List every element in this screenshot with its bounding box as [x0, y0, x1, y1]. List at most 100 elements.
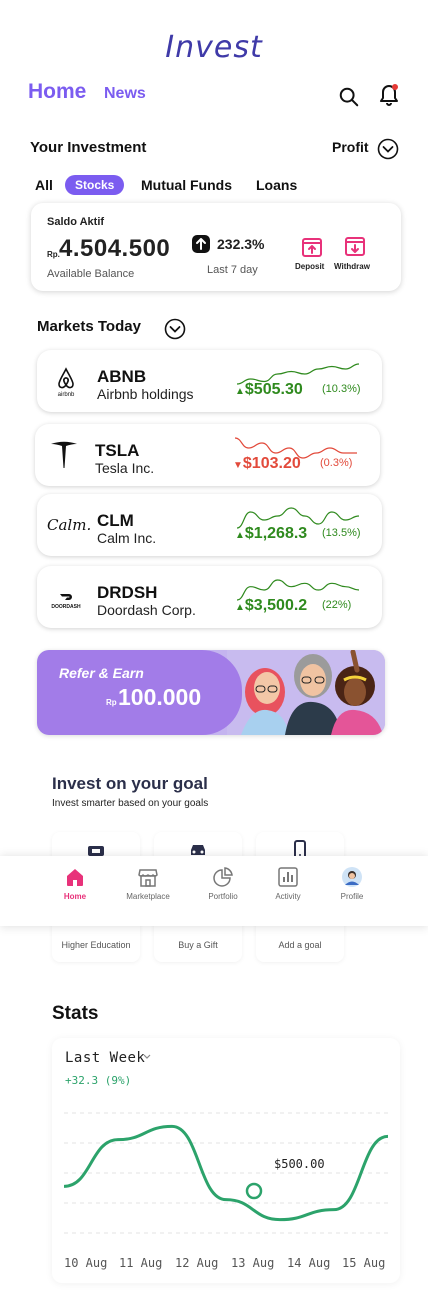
- goals-subtitle: Invest smarter based on your goals: [52, 798, 209, 809]
- tab-mutual-funds[interactable]: Mutual Funds: [141, 177, 232, 193]
- chevron-down-icon[interactable]: [377, 138, 399, 160]
- stats-card: Last Week +32.3 (9%) $500.00 10 Aug 11 A…: [52, 1038, 400, 1283]
- airbnb-logo-icon: airbnb: [58, 367, 75, 398]
- trend-up-icon: ▲: [235, 530, 245, 541]
- stock-ticker: TSLA: [95, 441, 140, 460]
- price-value: $3,500.2: [244, 597, 308, 614]
- stock-card-abnb[interactable]: airbnb ABNB Airbnb holdings ▲$505.30 (10…: [37, 350, 382, 412]
- x-tick-label: 15 Aug: [342, 1256, 386, 1270]
- section-title-markets: Markets Today: [37, 318, 141, 335]
- stock-card-drdsh[interactable]: DOORDASH DRDSH Doordash Corp. ▲$3,500.2 …: [37, 566, 382, 628]
- trend-up-icon: ▲: [235, 602, 245, 613]
- nav-item-home[interactable]: Home: [40, 866, 110, 901]
- refer-panel: Refer & Earn Rp 100.000: [37, 650, 242, 735]
- tab-all[interactable]: All: [35, 177, 53, 193]
- doordash-logo-icon: DOORDASH: [51, 594, 81, 610]
- refer-amount: 100.000: [118, 684, 202, 710]
- arrow-up-icon: [192, 235, 210, 253]
- goal-label: Higher Education: [61, 940, 131, 950]
- goal-label: Buy a Gift: [178, 940, 218, 950]
- nav-label: Profile: [340, 892, 364, 901]
- avatar-icon: [342, 867, 362, 887]
- change-percent: 232.3%: [217, 236, 265, 252]
- currency-label: Rp.: [47, 250, 60, 259]
- line-chart: $500.00: [63, 1112, 389, 1234]
- price-value: $103.20: [242, 455, 301, 472]
- x-tick-label: 12 Aug: [175, 1256, 219, 1270]
- balance-card: Saldo Aktif Rp. 4.504.500 Available Bala…: [31, 203, 401, 291]
- nav-label: Marketplace: [126, 892, 170, 901]
- calm-logo-icon: Calm.: [47, 516, 92, 534]
- stock-ticker: CLM: [97, 511, 134, 530]
- bar-chart-icon: [278, 867, 298, 887]
- stock-price: ▲$1,268.3: [235, 525, 307, 543]
- stock-change: (10.3%): [322, 383, 361, 395]
- withdraw-icon[interactable]: [344, 236, 366, 258]
- chevron-down-icon[interactable]: [142, 1052, 152, 1062]
- bottom-nav: Home Marketplace Portfolio Activity Prof…: [0, 856, 428, 926]
- search-icon[interactable]: [338, 86, 360, 108]
- deposit-icon[interactable]: [301, 236, 323, 258]
- section-title-investment: Your Investment: [30, 139, 147, 156]
- stock-ticker: ABNB: [97, 367, 147, 386]
- withdraw-button[interactable]: Withdraw: [334, 262, 370, 271]
- stock-change: (0.3%): [320, 457, 353, 469]
- stock-price: ▲$505.30: [235, 381, 303, 399]
- bell-icon[interactable]: [377, 82, 401, 108]
- stock-card-tsla[interactable]: TSLA Tesla Inc. ▼$103.20 (0.3%): [35, 424, 380, 486]
- home-icon: [67, 869, 83, 886]
- price-value: $1,268.3: [244, 525, 308, 542]
- store-icon: [138, 869, 158, 887]
- balance-amount: 4.504.500: [59, 235, 171, 262]
- stock-price: ▲$3,500.2: [235, 597, 307, 615]
- app-title: Invest: [165, 30, 263, 65]
- nav-item-portfolio[interactable]: Portfolio: [188, 866, 258, 901]
- tooltip-label: $500.00: [274, 1157, 325, 1171]
- stock-name: Calm Inc.: [97, 530, 157, 546]
- svg-text:DOORDASH: DOORDASH: [51, 604, 81, 610]
- stock-ticker: DRDSH: [97, 583, 158, 602]
- nav-label: Activity: [275, 892, 301, 901]
- pie-chart-icon: [213, 867, 233, 887]
- x-tick-label: 14 Aug: [287, 1256, 331, 1270]
- stock-price: ▼$103.20: [233, 455, 301, 473]
- nav-item-marketplace[interactable]: Marketplace: [113, 866, 183, 901]
- section-title-stats: Stats: [52, 1003, 99, 1024]
- trend-down-icon: ▼: [233, 460, 243, 471]
- period-label: Last 7 day: [207, 264, 258, 276]
- x-tick-label: 13 Aug: [231, 1256, 275, 1270]
- nav-label: Home: [63, 892, 87, 901]
- refer-title: Refer & Earn: [59, 665, 144, 681]
- saldo-label: Saldo Aktif: [47, 216, 105, 228]
- tab-news[interactable]: News: [104, 85, 146, 103]
- stock-name: Airbnb holdings: [97, 386, 194, 402]
- nav-label: Portfolio: [208, 892, 238, 901]
- refer-banner[interactable]: Refer & Earn Rp 100.000: [37, 650, 385, 735]
- nav-item-profile[interactable]: Profile: [317, 866, 387, 901]
- x-tick-label: 11 Aug: [119, 1256, 163, 1270]
- stats-delta: +32.3 (9%): [65, 1074, 132, 1087]
- stock-change: (13.5%): [322, 527, 361, 539]
- tab-home[interactable]: Home: [28, 80, 86, 104]
- period-dropdown[interactable]: Last Week: [65, 1050, 145, 1066]
- tab-stocks[interactable]: Stocks: [65, 175, 125, 195]
- profit-dropdown[interactable]: Profit: [332, 139, 369, 155]
- svg-text:airbnb: airbnb: [58, 392, 75, 398]
- refer-currency: Rp: [106, 698, 117, 707]
- chevron-down-icon[interactable]: [164, 318, 186, 340]
- section-title-goals: Invest on your goal: [52, 774, 208, 793]
- stock-change: (22%): [322, 599, 352, 611]
- stock-name: Tesla Inc.: [95, 460, 155, 476]
- available-balance-label: Available Balance: [47, 268, 135, 280]
- stock-card-clm[interactable]: Calm. CLM Calm Inc. ▲$1,268.3 (13.5%): [37, 494, 382, 556]
- goal-label: Add a goal: [278, 940, 322, 950]
- tab-loans[interactable]: Loans: [256, 177, 297, 193]
- nav-item-activity[interactable]: Activity: [253, 866, 323, 901]
- highlight-point: [245, 1182, 263, 1200]
- x-tick-label: 10 Aug: [64, 1256, 108, 1270]
- deposit-button[interactable]: Deposit: [295, 262, 324, 271]
- trend-up-icon: ▲: [235, 386, 245, 397]
- stock-name: Doordash Corp.: [97, 602, 196, 618]
- people-illustration: [227, 650, 385, 735]
- tesla-logo-icon: [51, 441, 77, 468]
